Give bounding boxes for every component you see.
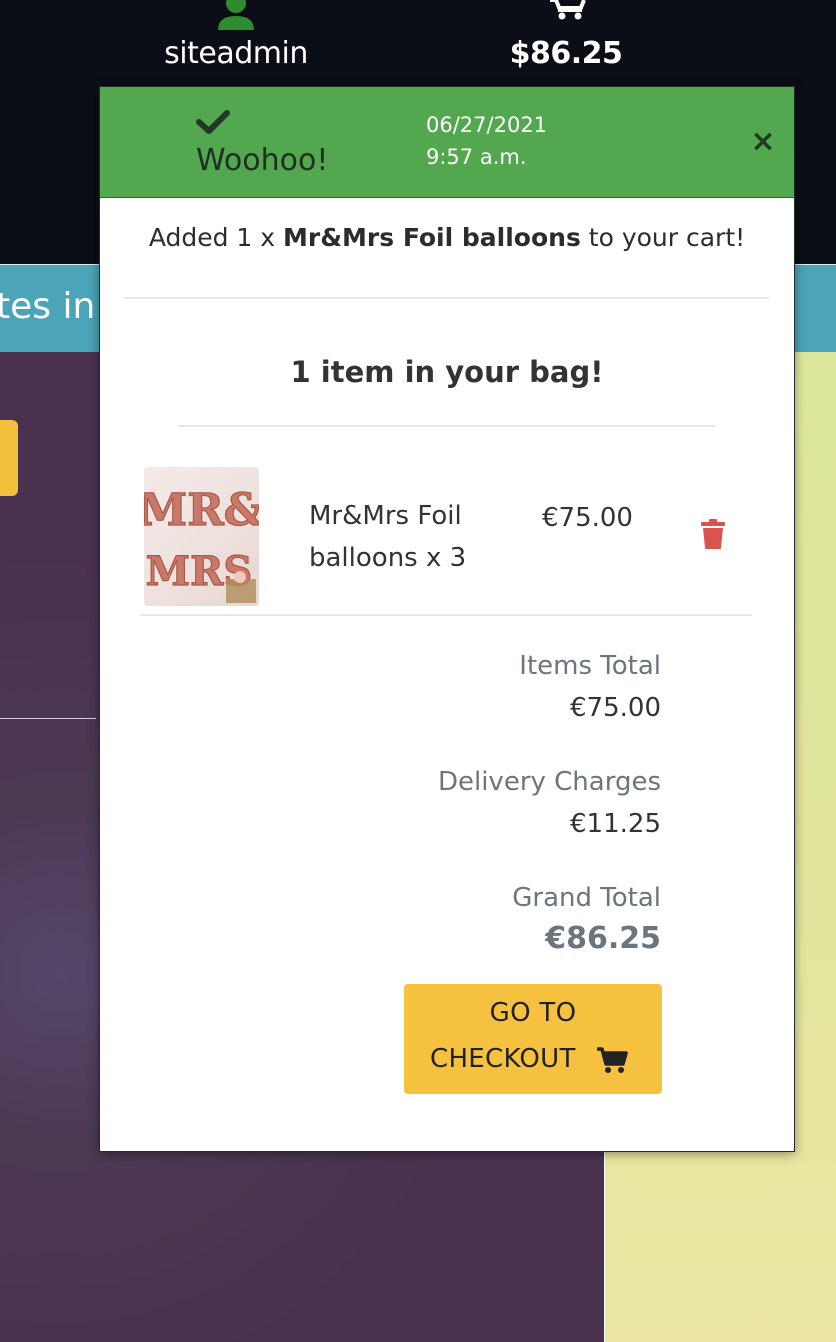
product-thumbnail: MR& MRS [144, 467, 259, 606]
delivery-value: €11.25 [570, 809, 661, 839]
shop-now-button[interactable] [0, 420, 18, 496]
account-label: siteadmin [164, 36, 308, 71]
bag-total: $86.25 [509, 36, 623, 71]
toast-time: 9:57 a.m. [426, 145, 527, 169]
grand-total-value: €86.25 [545, 921, 661, 956]
added-suffix: to your cart! [580, 223, 746, 252]
checkout-button[interactable]: GO TO CHECKOUT [404, 984, 662, 1094]
added-message: Added 1 x Mr&Mrs Foil balloons to your c… [100, 223, 794, 252]
delivery-label: Delivery Charges [437, 767, 661, 797]
check-icon [196, 110, 230, 134]
toast-heading: Woohoo! [196, 143, 329, 178]
thumb-text-1: MR& [144, 485, 259, 536]
item-name: Mr&Mrs Foil balloons x 3 [309, 501, 467, 573]
trash-icon[interactable] [700, 519, 726, 549]
divider [124, 297, 769, 299]
cart-icon [597, 1047, 628, 1073]
item-price: €75.00 [542, 503, 633, 533]
toast-header: Woohoo! 06/27/2021 9:57 a.m. × [100, 87, 794, 198]
toast-date: 06/27/2021 [426, 113, 548, 137]
banner-text: tes in [0, 286, 96, 327]
cart-icon [550, 0, 586, 20]
divider-line [0, 718, 96, 719]
divider [178, 425, 715, 427]
items-total-value: €75.00 [570, 693, 661, 723]
divider [140, 614, 752, 616]
user-icon [218, 0, 254, 30]
cart-toast: Woohoo! 06/27/2021 9:57 a.m. × Added 1 x… [99, 86, 795, 1152]
items-total-label: Items Total [519, 651, 661, 681]
checkout-label-1: GO TO [489, 998, 577, 1028]
bag-count: 1 item in your bag! [290, 355, 604, 389]
grand-total-label: Grand Total [512, 883, 661, 913]
added-prefix: Added 1 x [148, 223, 284, 252]
checkout-label-2: CHECKOUT [430, 1044, 576, 1074]
added-product: Mr&Mrs Foil balloons [283, 223, 581, 252]
close-icon[interactable]: × [748, 127, 778, 157]
